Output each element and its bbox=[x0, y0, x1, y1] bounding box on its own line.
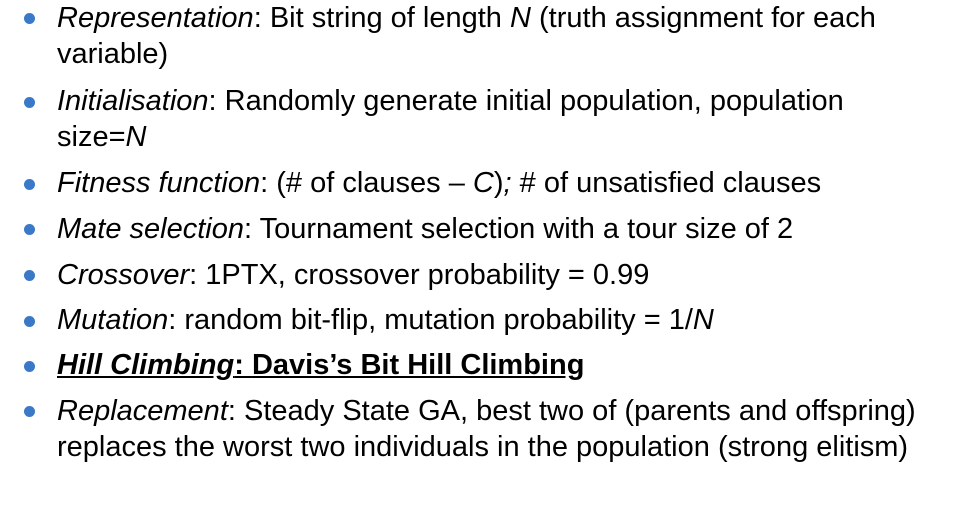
term-label: Representation bbox=[57, 2, 254, 34]
bullet-text-initialisation: Initialisation: Randomly generate initia… bbox=[57, 83, 937, 155]
term-separator: : bbox=[234, 349, 252, 381]
bullet-body: Bit string of length bbox=[269, 2, 510, 34]
term-separator: : bbox=[260, 167, 277, 199]
term-label: Hill Climbing bbox=[57, 349, 235, 381]
term-label: Mate selection bbox=[57, 213, 244, 245]
bullet-body: Tournament selection with a tour size of… bbox=[259, 213, 794, 245]
term-separator: : bbox=[189, 259, 206, 291]
bullet-dot-icon bbox=[24, 13, 35, 24]
term-label: Fitness function bbox=[57, 167, 261, 199]
slide-body: Representation: Bit string of length N (… bbox=[0, 0, 960, 512]
variable: N bbox=[125, 121, 147, 153]
term-separator: : bbox=[244, 213, 260, 245]
term-label: Crossover bbox=[57, 259, 190, 291]
term-label: Initialisation bbox=[57, 85, 209, 117]
bullet-text-hill-climbing: Hill Climbing: Davis’s Bit Hill Climbing bbox=[57, 347, 937, 383]
bullet-text-mutation: Mutation: random bit-flip, mutation prob… bbox=[57, 302, 937, 338]
bullet-body-cont: ) bbox=[493, 167, 504, 199]
term-label: Replacement bbox=[57, 395, 228, 427]
variable: C bbox=[472, 167, 494, 199]
bullet-body-tail: # of unsatisfied clauses bbox=[511, 167, 822, 199]
variable: N bbox=[510, 2, 531, 34]
bullet-text-crossover: Crossover: 1PTX, crossover probability =… bbox=[57, 257, 937, 293]
term-label: Mutation bbox=[57, 304, 169, 336]
bullet-text-replacement: Replacement: Steady State GA, best two o… bbox=[57, 393, 937, 465]
bullet-dot-icon bbox=[24, 97, 35, 108]
bullet-body: random bit-flip, mutation probability = … bbox=[184, 304, 693, 336]
term-separator: : bbox=[253, 2, 270, 34]
bullet-dot-icon bbox=[24, 270, 35, 281]
bullet-dot-icon bbox=[24, 361, 35, 372]
bullet-text-mate-selection: Mate selection: Tournament selection wit… bbox=[57, 211, 937, 247]
bullet-text-fitness-function: Fitness function: (# of clauses – C); # … bbox=[57, 165, 937, 201]
bullet-body: (# of clauses – bbox=[276, 167, 473, 199]
term-separator: : bbox=[168, 304, 185, 336]
bullet-text-representation: Representation: Bit string of length N (… bbox=[57, 0, 937, 72]
bullet-dot-icon bbox=[24, 316, 35, 327]
term-separator: : bbox=[208, 85, 225, 117]
term-separator: : bbox=[227, 395, 244, 427]
bullet-dot-icon bbox=[24, 224, 35, 235]
bullet-body: Davis’s Bit Hill Climbing bbox=[251, 349, 585, 381]
semicolon: ; bbox=[503, 167, 512, 199]
bullet-body: 1PTX, crossover probability = 0.99 bbox=[205, 259, 650, 291]
variable: N bbox=[692, 304, 714, 336]
bullet-dot-icon bbox=[24, 179, 35, 190]
bullet-dot-icon bbox=[24, 406, 35, 417]
